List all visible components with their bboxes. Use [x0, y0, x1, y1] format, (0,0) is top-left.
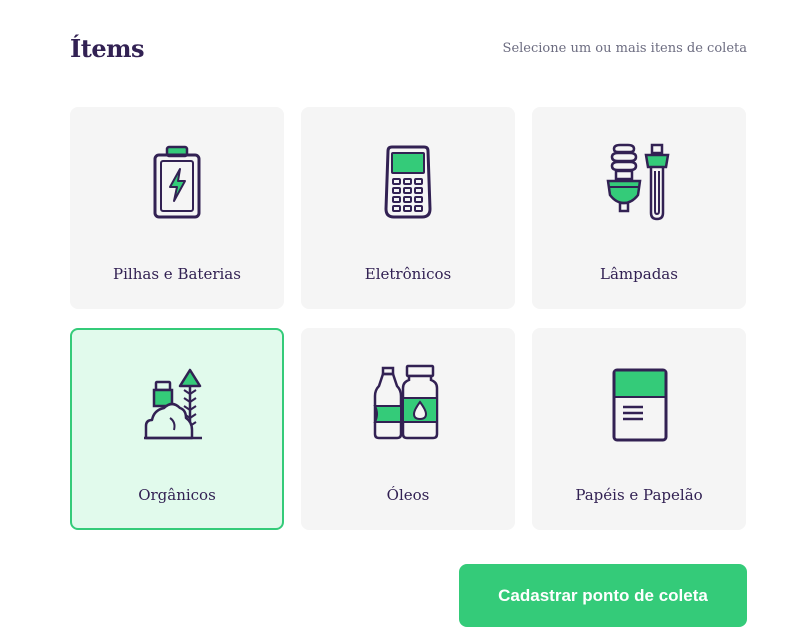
oil-bottles-icon: [368, 364, 448, 444]
item-label: Eletrônicos: [364, 265, 452, 283]
item-label: Papéis e Papelão: [575, 486, 703, 504]
item-label: Lâmpadas: [600, 265, 678, 283]
items-grid: Pilhas e Baterias Eletrônicos Lâmpadas O…: [70, 107, 746, 530]
item-card-organics[interactable]: Orgânicos: [70, 328, 284, 530]
item-card-paper[interactable]: Papéis e Papelão: [532, 328, 746, 530]
section-header: Ítems Selecione um ou mais itens de cole…: [70, 28, 747, 68]
item-card-batteries[interactable]: Pilhas e Baterias: [70, 107, 284, 309]
battery-icon: [137, 143, 217, 223]
item-card-electronics[interactable]: Eletrônicos: [301, 107, 515, 309]
electronic-device-icon: [368, 143, 448, 223]
register-collection-point-button[interactable]: Cadastrar ponto de coleta: [459, 564, 747, 627]
item-card-lamps[interactable]: Lâmpadas: [532, 107, 746, 309]
item-label: Pilhas e Baterias: [113, 265, 241, 283]
item-label: Óleos: [386, 486, 430, 504]
page-title: Ítems: [70, 33, 145, 63]
item-card-oils[interactable]: Óleos: [301, 328, 515, 530]
paper-icon: [599, 364, 679, 444]
light-bulbs-icon: [599, 143, 679, 223]
organic-waste-icon: [137, 364, 217, 444]
item-label: Orgânicos: [138, 486, 216, 504]
section-subtitle: Selecione um ou mais itens de coleta: [502, 40, 747, 56]
